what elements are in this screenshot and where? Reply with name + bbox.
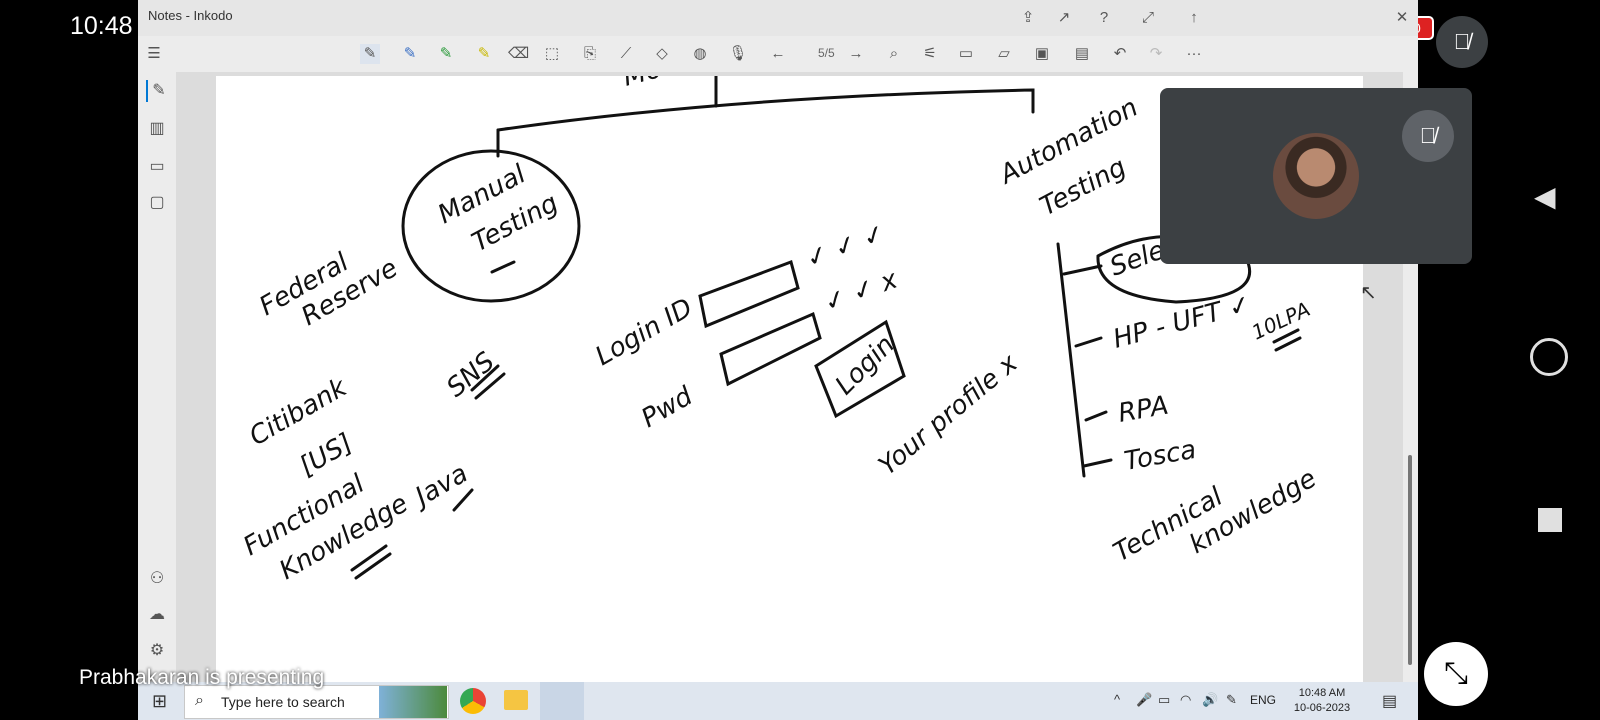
ink-checks-2: ✓ ✓ x — [820, 264, 902, 318]
nav-home-icon[interactable] — [1530, 338, 1568, 376]
cloud-icon[interactable]: ☁ — [146, 604, 168, 626]
file-explorer-icon[interactable] — [504, 690, 528, 710]
ink-tosca: Tosca — [1122, 435, 1198, 477]
auto-branch-2 — [1074, 336, 1103, 348]
left-rail: ✎ ▥ ▭ ▢ ⚇ ☁ ⚙ — [138, 72, 176, 682]
clipboard-icon[interactable]: ▤ — [1072, 44, 1092, 64]
search-highlight-image — [379, 686, 447, 718]
ink-pwd: Pwd — [637, 381, 699, 434]
auto-branch-3 — [1084, 410, 1108, 422]
taskbar-search[interactable]: ⌕ Type here to search — [184, 685, 449, 719]
redo-icon[interactable]: ↷ — [1146, 44, 1166, 64]
attach-icon[interactable]: ⎘ — [580, 44, 600, 64]
tray-language[interactable]: ENG — [1250, 693, 1276, 707]
page-indicator: 5/5 — [818, 46, 835, 60]
taskbar: ⊞ ⌕ Type here to search ^ 🎤 ▭ ◠ 🔊 ✎ ENG … — [138, 682, 1418, 720]
tray-volume-icon[interactable]: 🔊 — [1202, 692, 1218, 708]
tray-pen-icon[interactable]: ✎ — [1226, 692, 1237, 708]
notes-app-taskbar-icon[interactable] — [540, 682, 584, 720]
tray-wifi-icon[interactable]: ◠ — [1180, 692, 1191, 708]
participant-video-tile[interactable]: 🎙̸ — [1160, 88, 1472, 264]
password-box — [719, 311, 822, 387]
tile-muted-mic-icon: 🎙̸ — [1402, 110, 1454, 162]
auto-vertical-line — [1056, 242, 1086, 478]
open-folder-icon[interactable]: ▱ — [994, 44, 1014, 64]
tray-chevron-icon[interactable]: ^ — [1114, 692, 1120, 707]
ink-hp-uft: HP - UFT ✓ — [1110, 289, 1254, 354]
close-icon[interactable]: ✕ — [1392, 8, 1412, 28]
ink-sns: SNS — [441, 347, 500, 404]
mouse-cursor-icon: ↖ — [1360, 282, 1377, 304]
chrome-icon[interactable] — [460, 688, 486, 714]
ink-rpa: RPA — [1116, 391, 1171, 429]
nav-recents-icon[interactable] — [1538, 508, 1562, 532]
scrollbar-thumb[interactable] — [1408, 455, 1412, 665]
prev-page-icon[interactable]: ← — [768, 44, 788, 64]
fullscreen-icon[interactable]: ⤢ — [1138, 8, 1158, 28]
toolbar: ☰ ✎ ✎ ✎ ✎ ⌫ ⬚ ⎘ ⟋ ◇ ◍ 🎙 ← 5/5 → ⌕ ⚟ ▭ ▱ … — [138, 36, 1418, 73]
ink-checks-1: ✓ ✓ ✓ — [802, 218, 889, 274]
tray-clock[interactable]: 10:48 AM 10-06-2023 — [1292, 686, 1352, 716]
eraser-icon[interactable]: ⌫ — [508, 44, 529, 64]
presenting-banner: Prabhakaran is presenting — [79, 666, 325, 689]
more-tools-icon[interactable]: ··· — [1184, 44, 1204, 64]
stroke-branch — [496, 88, 1035, 132]
login-id-box — [698, 260, 800, 329]
ruler-icon[interactable]: ⟋ — [616, 44, 636, 64]
adjust-icon[interactable]: ⚟ — [920, 44, 940, 64]
windows-start-icon[interactable]: ⊞ — [152, 691, 167, 712]
zoom-icon[interactable]: ⌕ — [884, 44, 904, 64]
ink-login-button: Login — [830, 330, 901, 401]
undo-icon[interactable]: ↶ — [1110, 44, 1130, 64]
pen-green-icon[interactable]: ✎ — [436, 44, 456, 64]
functional-underline — [350, 544, 392, 580]
auto-branch-4 — [1082, 458, 1113, 468]
highlighter-icon[interactable]: ✎ — [474, 44, 494, 64]
upload-icon[interactable]: ↑ — [1184, 8, 1204, 28]
palette-icon[interactable]: ◍ — [690, 44, 710, 64]
share-icon[interactable]: ⇪ — [1018, 8, 1038, 28]
media-icon[interactable]: ▭ — [146, 156, 168, 178]
export-icon[interactable]: ↗ — [1054, 8, 1074, 28]
pen-mode-icon[interactable]: ✎ — [146, 80, 170, 102]
ink-java: Java — [406, 459, 473, 515]
new-note-icon[interactable]: ▭ — [956, 44, 976, 64]
tray-clock-time: 10:48 AM — [1298, 687, 1346, 699]
muted-mic-icon[interactable]: 🎙̸ — [1436, 16, 1488, 68]
exit-fullscreen-button[interactable]: ⤡ — [1424, 642, 1488, 706]
mic-icon[interactable]: 🎙 — [728, 44, 748, 64]
tray-mic-icon[interactable]: 🎤 — [1136, 692, 1152, 708]
next-page-icon[interactable]: → — [846, 44, 866, 64]
bag-icon[interactable]: ▢ — [146, 192, 168, 214]
ink-login-id: Login ID — [591, 293, 698, 372]
title-bar: Notes - Inkodo ⇪ ↗ ? ⤢ ↑ ✕ — [138, 0, 1418, 36]
nav-back-icon[interactable]: ◀ — [1534, 180, 1556, 213]
ink-modes: Modes — [620, 76, 709, 93]
help-icon[interactable]: ? — [1094, 8, 1114, 28]
ink-your-profile: Your profile x — [873, 348, 1024, 481]
lasso-select-icon[interactable]: ⬚ — [542, 44, 562, 64]
avatar — [1273, 133, 1359, 219]
pen-black-icon[interactable]: ✎ — [360, 44, 380, 64]
search-icon: ⌕ — [195, 692, 204, 709]
auto-branch-1 — [1062, 264, 1103, 276]
tray-clock-date: 10-06-2023 — [1293, 702, 1351, 714]
pen-blue-icon[interactable]: ✎ — [400, 44, 420, 64]
window-title: Notes - Inkodo — [148, 8, 233, 23]
library-icon[interactable]: ▥ — [146, 118, 168, 140]
tray-battery-icon[interactable]: ▭ — [1158, 692, 1170, 708]
notification-icon[interactable]: ▤ — [1382, 691, 1397, 711]
settings-icon[interactable]: ⚙ — [146, 640, 168, 662]
save-icon[interactable]: ▣ — [1032, 44, 1052, 64]
menu-icon[interactable]: ☰ — [144, 44, 164, 64]
manual-underline — [490, 260, 516, 274]
user-icon[interactable]: ⚇ — [146, 568, 168, 590]
search-placeholder: Type here to search — [221, 694, 345, 710]
shape-icon[interactable]: ◇ — [652, 44, 672, 64]
